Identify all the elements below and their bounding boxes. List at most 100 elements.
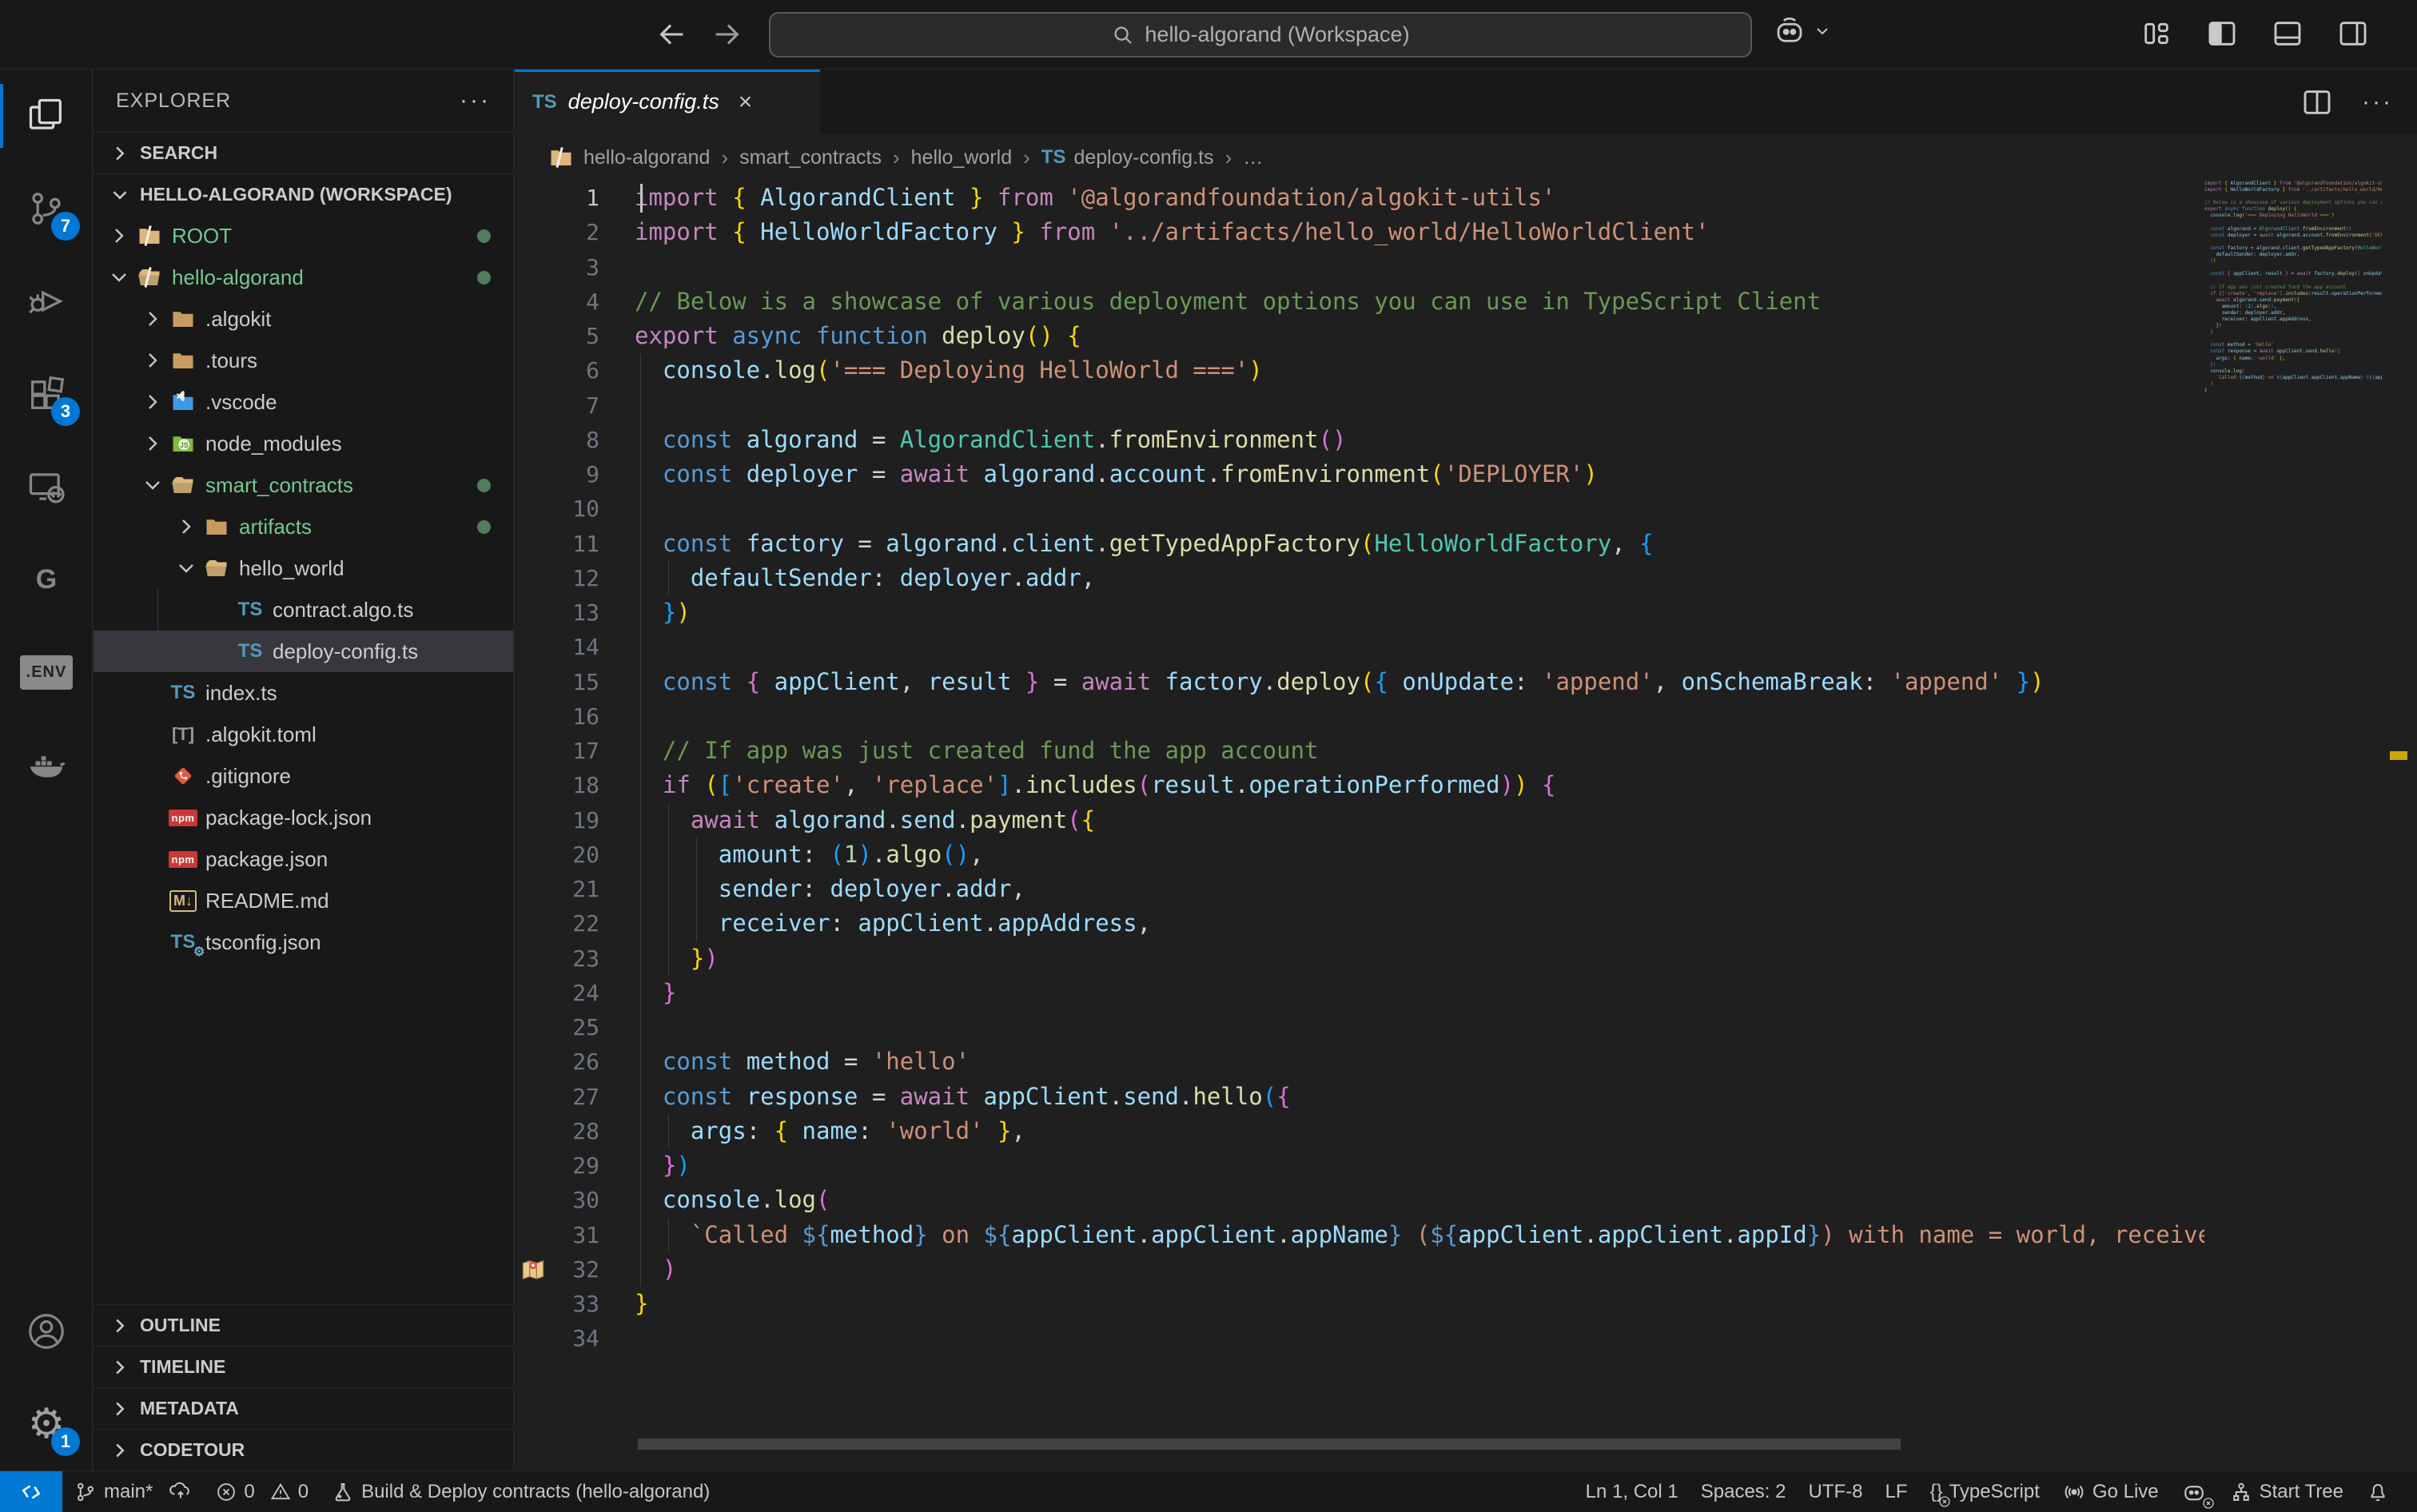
tree-item-package-json[interactable]: npm package.json [94,838,513,880]
toggle-secondary-sidebar-icon[interactable] [2337,18,2369,50]
tree-item--vscode[interactable]: .vscode [94,381,513,423]
tree-item-contract-algo-ts[interactable]: TS contract.algo.ts [94,589,513,631]
editor-more-actions-icon[interactable]: ··· [2362,89,2393,116]
task-item[interactable]: Build & Deploy contracts (hello-algorand… [320,1480,721,1504]
code-line[interactable]: 8 const algorand = AlgorandClient.fromEn… [515,423,2204,457]
indentation-item[interactable]: Spaces: 2 [1690,1481,1798,1503]
code-line[interactable]: 22 receiver: appClient.appAddress, [515,906,2204,941]
copilot-status-item[interactable] [2170,1479,2218,1505]
code-editor[interactable]: 1 import { AlgorandClient } from '@algor… [515,181,2204,1470]
code-line[interactable]: 11 const factory = algorand.client.getTy… [515,527,2204,561]
code-line[interactable]: 26 const method = 'hello' [515,1044,2204,1079]
code-line[interactable]: 12 defaultSender: deployer.addr, [515,561,2204,595]
tree-item--algokit[interactable]: .algokit [94,298,513,340]
remote-indicator[interactable] [0,1471,62,1512]
tree-item-package-lock-json[interactable]: npm package-lock.json [94,797,513,838]
tab-deploy-config[interactable]: TS deploy-config.ts × [515,70,820,134]
code-line[interactable]: 13 }) [515,595,2204,630]
section-timeline[interactable]: TIMELINE [94,1346,513,1387]
docker-icon[interactable] [0,718,93,811]
code-line[interactable]: 9 const deployer = await algorand.accoun… [515,457,2204,491]
explorer-icon[interactable] [0,70,93,162]
tree-item-root[interactable]: ROOT [94,215,513,257]
code-line[interactable]: 17 // If app was just created fund the a… [515,734,2204,768]
code-line[interactable]: 23 }) [515,941,2204,976]
code-line[interactable]: 1 import { AlgorandClient } from '@algor… [515,181,2204,215]
code-line[interactable]: 24 } [515,976,2204,1010]
code-line[interactable]: 28 args: { name: 'world' }, [515,1114,2204,1148]
tree-item-tsconfig-json[interactable]: TS tsconfig.json [94,921,513,963]
breadcrumb-item[interactable]: hello-algorand [547,145,710,169]
accounts-icon[interactable] [0,1285,93,1378]
code-line[interactable]: 4 // Below is a showcase of various depl… [515,284,2204,319]
source-control-icon[interactable]: 7 [0,162,93,255]
code-line[interactable]: 29 }) [515,1148,2204,1183]
gitlens-icon[interactable]: G [0,533,93,626]
tree-item-deploy-config-ts[interactable]: TS deploy-config.ts [94,631,513,672]
code-line[interactable]: 5 export async function deploy() { [515,319,2204,353]
section-workspace[interactable]: HELLO-ALGORAND (WORKSPACE) [94,173,513,215]
settings-gear-icon[interactable]: ⚙ 1 [0,1378,93,1470]
code-line[interactable]: 27 const response = await appClient.send… [515,1080,2204,1114]
section-outline[interactable]: OUTLINE [94,1304,513,1346]
extensions-icon[interactable]: 3 [0,348,93,440]
tree-item--algokit-toml[interactable]: [T] .algokit.toml [94,714,513,755]
code-line[interactable]: 34 [515,1321,2204,1355]
close-tab-icon[interactable]: × [739,89,753,116]
run-debug-icon[interactable] [0,255,93,348]
dotenv-icon[interactable]: .ENV [0,626,93,718]
encoding-item[interactable]: UTF-8 [1797,1481,1873,1503]
code-line[interactable]: 18 if (['create', 'replace'].includes(re… [515,768,2204,802]
code-line[interactable]: 10 [515,491,2204,526]
horizontal-scrollbar[interactable] [638,1438,1901,1450]
tree-item-readme-md[interactable]: M↓ README.md [94,880,513,921]
code-line[interactable]: 21 sender: deployer.addr, [515,872,2204,906]
code-line[interactable]: 2 import { HelloWorldFactory } from '../… [515,215,2204,249]
remote-explorer-icon[interactable] [0,440,93,533]
explorer-more-actions-icon[interactable]: ··· [460,87,491,114]
breadcrumb-item[interactable]: smart_contracts [739,146,882,169]
tree-item-artifacts[interactable]: artifacts [94,506,513,547]
code-line[interactable]: 16 [515,699,2204,734]
cursor-position-item[interactable]: Ln 1, Col 1 [1575,1481,1690,1503]
notifications-item[interactable] [2355,1480,2401,1504]
code-line[interactable]: 7 [515,388,2204,423]
code-line[interactable]: 30 console.log( [515,1183,2204,1217]
code-line[interactable]: 32 ) [515,1252,2204,1287]
tree-item--gitignore[interactable]: .gitignore [94,755,513,797]
language-mode-item[interactable]: {} TypeScript [1918,1481,2050,1503]
breadcrumb-item[interactable]: … [1243,146,1263,169]
code-line[interactable]: 14 [515,630,2204,664]
code-line[interactable]: 25 [515,1010,2204,1044]
code-line[interactable]: 33 } [515,1287,2204,1321]
tree-item--tours[interactable]: .tours [94,340,513,381]
tree-item-hello-algorand[interactable]: hello-algorand [94,257,513,298]
breadcrumb-item[interactable]: TSdeploy-config.ts [1041,146,1214,169]
tree-item-index-ts[interactable]: TS index.ts [94,672,513,714]
minimap[interactable]: import { AlgorandClient } from '@algoran… [2204,181,2382,1470]
breadcrumb-item[interactable]: hello_world [911,146,1012,169]
section-codetour[interactable]: CODETOUR [94,1429,513,1470]
tree-item-hello-world[interactable]: hello_world [94,547,513,589]
git-branch-item[interactable]: main* [62,1480,204,1504]
code-line[interactable]: 15 const { appClient, result } = await f… [515,665,2204,699]
navigate-back-icon[interactable] [654,16,691,53]
code-line[interactable]: 31 `Called ${method} on ${appClient.appC… [515,1218,2204,1252]
code-line[interactable]: 6 console.log('=== Deploying HelloWorld … [515,353,2204,388]
start-tree-item[interactable]: Start Tree [2218,1480,2355,1504]
codetour-marker-icon[interactable] [520,1256,547,1283]
customize-layout-icon[interactable] [2140,18,2172,50]
code-line[interactable]: 3 [515,250,2204,284]
overview-ruler[interactable] [2382,181,2417,1470]
code-line[interactable]: 19 await algorand.send.payment({ [515,803,2204,838]
toggle-primary-sidebar-icon[interactable] [2206,18,2238,50]
command-center-search[interactable]: hello-algorand (Workspace) [769,12,1752,58]
split-editor-icon[interactable] [2301,86,2333,118]
eol-item[interactable]: LF [1873,1481,1918,1503]
copilot-menu-button[interactable] [1773,14,1832,48]
toggle-panel-icon[interactable] [2272,18,2304,50]
navigate-forward-icon[interactable] [708,16,745,53]
section-metadata[interactable]: METADATA [94,1387,513,1429]
go-live-item[interactable]: Go Live [2051,1480,2170,1504]
code-line[interactable]: 20 amount: (1).algo(), [515,838,2204,872]
